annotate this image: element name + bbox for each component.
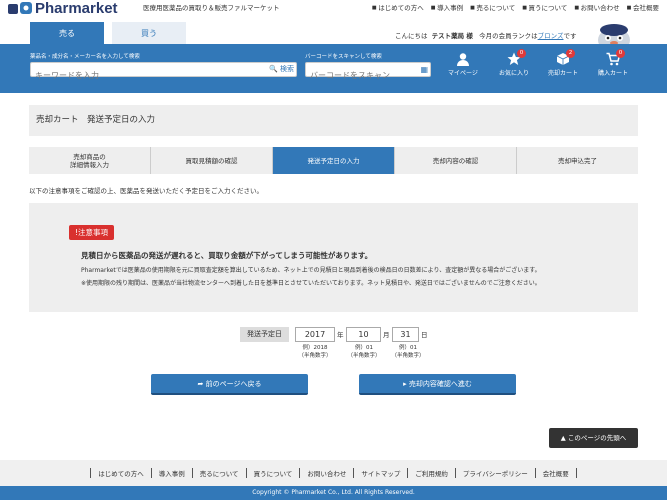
month-unit: 月 — [383, 331, 390, 339]
notice-box: !注意事項 見積日から医薬品の発送が遅れると、買取り金額が下がってしまう可能性が… — [29, 203, 638, 312]
mypage-label: マイページ — [448, 70, 478, 77]
ship-date-label: 発送予定日 — [240, 327, 289, 342]
barcode-search-label: バーコードをスキャンして検索 — [305, 54, 382, 60]
to-top-label: このページの先頭へ — [567, 434, 627, 442]
footer-link-terms[interactable]: ご利用規約 — [408, 468, 456, 478]
top-link-about-sell[interactable]: 売るについて — [470, 4, 515, 13]
rank-link[interactable]: ブロンズ — [538, 32, 564, 40]
step-quote-confirm: 買取見積額の確認 — [151, 147, 273, 174]
instruction-text: 以下の注意事項をご確認の上、医薬品を発送いただく予定日をご入力ください。 — [29, 187, 263, 195]
sell-cart-count-badge: 2 — [566, 49, 575, 58]
search-icon: 🔍 — [269, 65, 278, 73]
notice-badge-label: 注意事項 — [78, 228, 109, 237]
step-complete: 売却申込完了 — [517, 147, 638, 174]
day-input[interactable]: 31 — [392, 327, 419, 342]
keyword-search-box: 🔍 検索 — [30, 62, 297, 82]
greeting-prefix: こんにちは — [395, 32, 428, 40]
top-link-company[interactable]: 会社概要 — [627, 4, 659, 13]
sell-cart-label: 売却カート — [547, 70, 578, 77]
tab-sell[interactable]: 売る — [30, 22, 104, 44]
month-example: 例）01 （半角数字） — [347, 345, 381, 359]
top-link-guide[interactable]: はじめての方へ — [372, 4, 424, 13]
top-link-about-buy[interactable]: 買うについて — [522, 4, 568, 13]
notice-line-1: Pharmarketでは医薬品の使用期限を元に買取査定額を算出しているため、ネッ… — [81, 267, 541, 274]
year-input[interactable]: 2017 — [295, 327, 335, 342]
notice-line-2: ※使用期限の残り期間は、医薬品が当社物流センターへ到着した日を基準日とさせていた… — [81, 280, 541, 287]
next-button[interactable]: ▸ 売却内容確認へ進む — [359, 374, 516, 395]
page-title: 売却カート 発送予定日の入力 — [29, 105, 638, 136]
chevron-up-icon: ▲ — [560, 434, 566, 442]
sell-cart-button[interactable]: 2 売却カート — [541, 49, 585, 77]
buy-cart-label: 購入カート — [597, 70, 628, 77]
year-unit: 年 — [337, 331, 344, 339]
keyword-search-input[interactable] — [31, 69, 296, 82]
barcode-icon[interactable]: ▦ — [420, 65, 428, 74]
step-sale-confirm: 売却内容の確認 — [395, 147, 517, 174]
top-link-contact[interactable]: お問い合わせ — [574, 4, 620, 13]
barcode-search-box: ▦ — [305, 62, 431, 82]
search-bar: 薬品名・成分名・メーカー名を入力して検索 🔍 検索 バーコードをスキャンして検索… — [0, 44, 667, 93]
next-button-label: 売却内容確認へ進む — [408, 380, 472, 388]
back-button-label: 前のページへ戻る — [205, 380, 262, 388]
next-arrow-icon: ▸ — [403, 380, 407, 388]
greeting-suffix: です — [563, 32, 577, 40]
tab-buy[interactable]: 買う — [112, 22, 186, 44]
footer-link-sitemap[interactable]: サイトマップ — [354, 468, 409, 478]
user-icon — [457, 53, 469, 66]
step-detail-input: 売却商品の 詳細情報入力 — [29, 147, 151, 174]
footer-link-guide[interactable]: はじめての方へ — [90, 468, 152, 478]
month-input[interactable]: 10 — [346, 327, 381, 342]
footer-link-contact[interactable]: お問い合わせ — [300, 468, 355, 478]
year-example: 例）2018 （半角数字） — [298, 345, 332, 359]
user-name: テスト薬局 様 — [431, 32, 473, 40]
top-link-cases[interactable]: 導入事例 — [431, 4, 463, 13]
tagline: 医療用医薬品の買取り＆販売ファルマーケット — [143, 4, 280, 12]
keyword-search-button[interactable]: 🔍 検索 — [269, 65, 294, 74]
favorites-button[interactable]: 0 お気に入り — [492, 49, 536, 77]
footer-link-company[interactable]: 会社概要 — [536, 468, 577, 478]
buy-cart-count-badge: 0 — [616, 49, 625, 58]
notice-heading: 見積日から医薬品の発送が遅れると、買取り金額が下がってしまう可能性があります。 — [81, 251, 373, 260]
to-top-button[interactable]: ▲ このページの先頭へ — [549, 428, 638, 448]
back-arrow-icon: ➦ — [197, 380, 204, 388]
footer-link-cases[interactable]: 導入事例 — [152, 468, 193, 478]
day-example: 例）01 （半角数字） — [391, 345, 425, 359]
keyword-search-label: 薬品名・成分名・メーカー名を入力して検索 — [30, 54, 140, 60]
logo-icon — [8, 2, 32, 14]
footer-link-about-buy[interactable]: 買うについて — [247, 468, 301, 478]
footer-links: はじめての方へ 導入事例 売るについて 買うについて お問い合わせ サイトマップ… — [0, 460, 667, 486]
search-button-label: 検索 — [280, 65, 294, 73]
top-links: はじめての方へ 導入事例 売るについて 買うについて お問い合わせ 会社概要 — [372, 4, 659, 13]
buy-cart-button[interactable]: 0 購入カート — [591, 49, 635, 77]
favorites-count-badge: 0 — [517, 49, 526, 58]
favorites-label: お気に入り — [498, 70, 529, 77]
mode-tabs: 売る 買う こんにちは テスト薬局 様 今月の会員ランクはブロンズです — [0, 22, 667, 49]
step-ship-date: 発送予定日の入力 — [273, 147, 395, 174]
copyright: Copyright © Pharmarket Co., Ltd. All Rig… — [0, 486, 667, 500]
back-button[interactable]: ➦ 前のページへ戻る — [151, 374, 308, 395]
rank-text: 今月の会員ランクは — [479, 32, 538, 40]
footer-link-privacy[interactable]: プライバシーポリシー — [456, 468, 536, 478]
barcode-search-input[interactable] — [306, 69, 430, 82]
progress-steps: 売却商品の 詳細情報入力 買取見積額の確認 発送予定日の入力 売却内容の確認 売… — [29, 147, 638, 174]
notice-badge: !注意事項 — [69, 225, 115, 240]
greeting: こんにちは テスト薬局 様 今月の会員ランクはブロンズです — [395, 30, 576, 40]
top-header: Pharmarket 医療用医薬品の買取り＆販売ファルマーケット はじめての方へ… — [0, 0, 667, 22]
footer-link-about-sell[interactable]: 売るについて — [193, 468, 247, 478]
day-unit: 日 — [421, 331, 428, 339]
brand-name[interactable]: Pharmarket — [35, 0, 118, 17]
mypage-button[interactable]: マイページ — [441, 52, 485, 77]
